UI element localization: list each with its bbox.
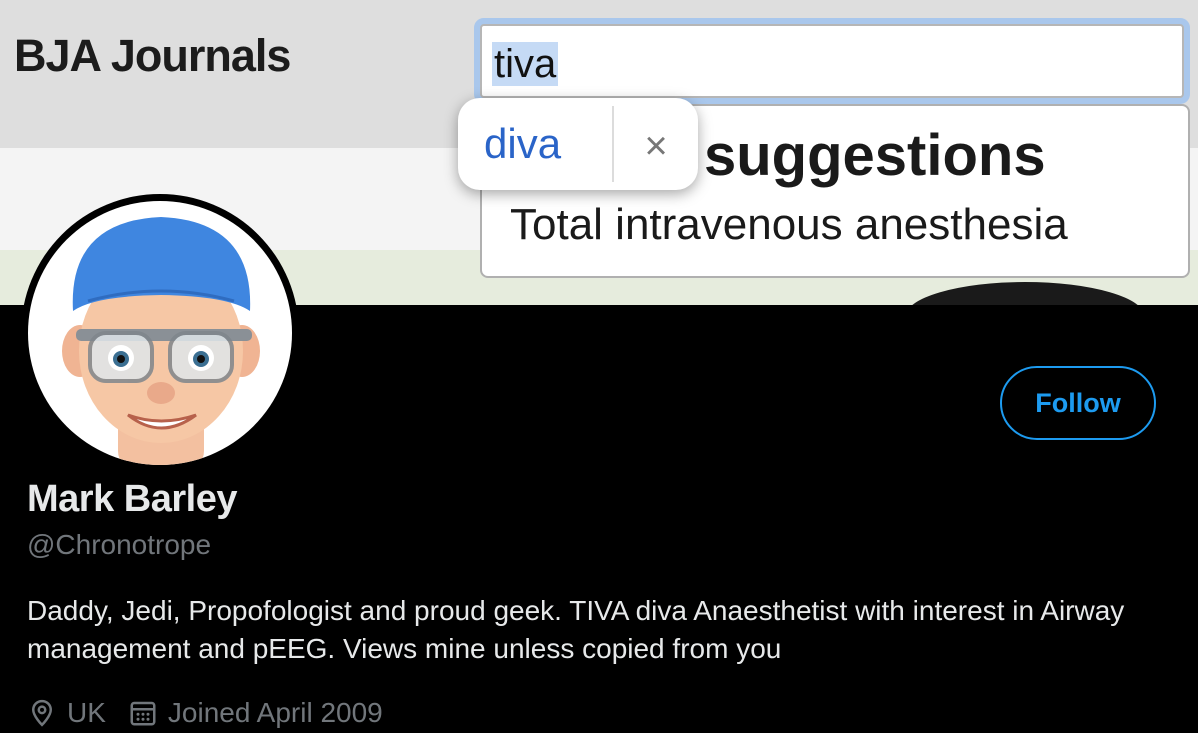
banner-spellcheck-popup: diva ×	[458, 98, 698, 190]
profile-bio: Daddy, Jedi, Propofologist and proud gee…	[27, 595, 1125, 664]
avatar[interactable]	[21, 194, 299, 472]
profile-location-label: UK	[67, 697, 106, 728]
banner-search-value: tiva	[492, 42, 559, 86]
memoji-avatar-icon	[62, 217, 260, 465]
banner-suggestion-item: Total intravenous anesthesia	[510, 200, 1068, 249]
avatar-image	[28, 201, 292, 465]
calendar-icon	[130, 701, 156, 726]
banner-brand-title: BJA Journals	[14, 30, 291, 81]
banner-spellcheck-divider	[612, 106, 614, 182]
profile-meta-row: UK Joined April 2009	[27, 693, 405, 733]
follow-button[interactable]: Follow	[1000, 366, 1156, 440]
profile-handle: @Chronotrope	[27, 529, 212, 560]
banner-search-input: tiva	[480, 24, 1184, 98]
close-icon: ×	[644, 123, 668, 168]
profile-display-name: Mark Barley	[27, 478, 237, 520]
banner-suggestions-heading-text: suggestions	[704, 123, 1046, 188]
location-pin-icon	[31, 699, 53, 727]
profile-location: UK	[27, 697, 106, 729]
profile-joined: Joined April 2009	[128, 697, 383, 729]
profile-joined-label: Joined April 2009	[167, 697, 383, 728]
banner-suggestions-heading: suggestions	[704, 122, 1046, 189]
banner-spellcheck-suggestion: diva	[484, 120, 562, 167]
